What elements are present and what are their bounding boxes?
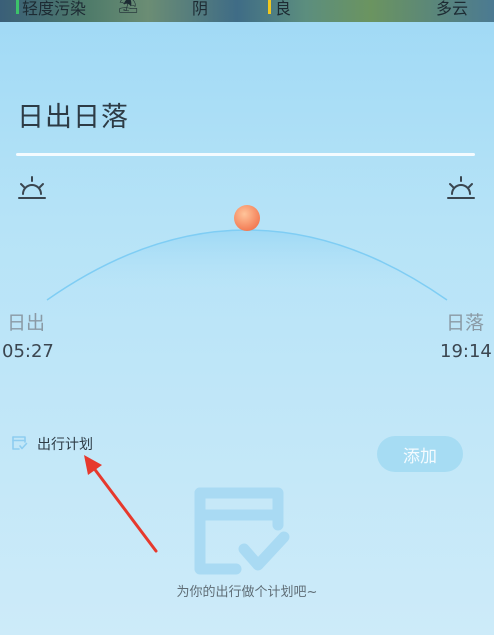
sunrise-label: 日出 bbox=[7, 312, 46, 334]
aqi-indicator-bar bbox=[16, 0, 19, 14]
sun-section-title: 日出日落 bbox=[17, 102, 129, 133]
strip-icon: ⛱ bbox=[118, 0, 139, 14]
quality-indicator-bar bbox=[268, 0, 271, 14]
quality-text: 良 bbox=[275, 0, 292, 18]
sunrise-icon bbox=[18, 176, 46, 199]
empty-plan-illustration bbox=[194, 487, 290, 575]
forecast-text: 多云 bbox=[436, 0, 469, 18]
sun-path-arc bbox=[46, 205, 448, 301]
weather-text: 阴 bbox=[192, 0, 209, 18]
top-weather-strip: 轻度污染 ⛱ 阴 良 多云 bbox=[0, 0, 494, 22]
calendar-check-icon bbox=[12, 436, 28, 450]
sunset-icon bbox=[447, 176, 475, 199]
add-plan-button[interactable]: 添加 bbox=[377, 436, 463, 472]
sunset-label: 日落 bbox=[446, 312, 485, 334]
aqi-text: 轻度污染 bbox=[22, 0, 87, 18]
sunrise-time: 05:27 bbox=[2, 341, 54, 362]
section-divider bbox=[16, 153, 475, 156]
travel-plan-title: 出行计划 bbox=[37, 437, 93, 453]
sunset-time: 19:14 bbox=[440, 341, 492, 362]
annotation-arrow bbox=[84, 455, 158, 553]
empty-plan-text: 为你的出行做个计划吧~ bbox=[176, 585, 318, 600]
sun-position-ball bbox=[234, 205, 260, 231]
